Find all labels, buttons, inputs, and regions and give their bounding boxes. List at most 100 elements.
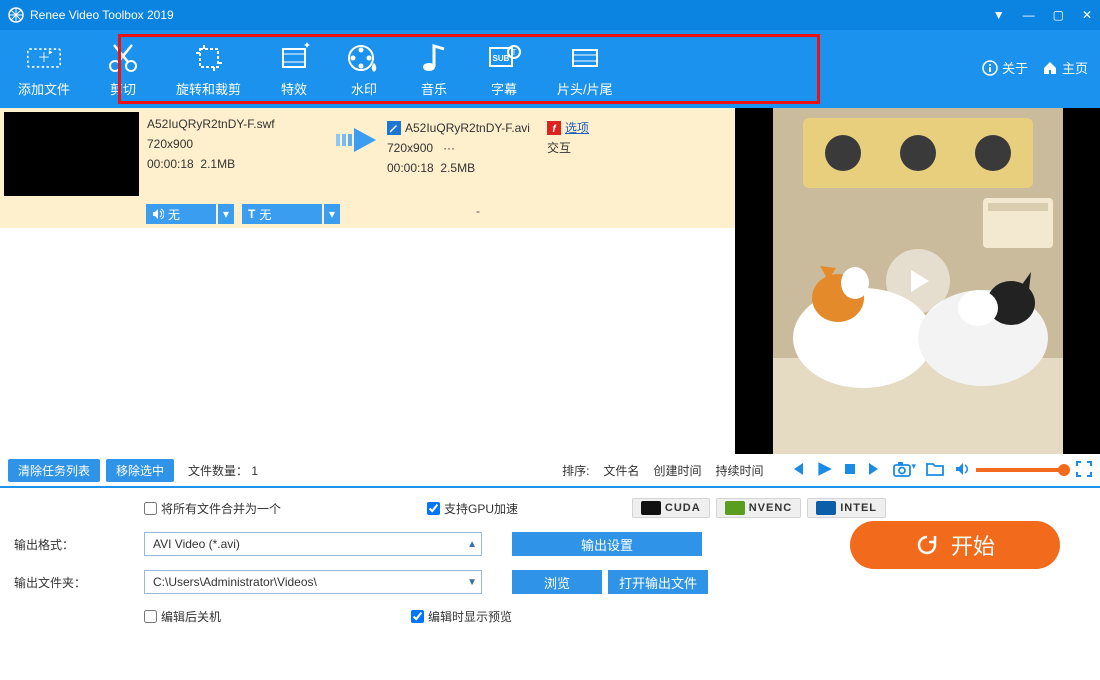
- nvidia-eye-icon: [725, 501, 745, 515]
- remove-selected-button[interactable]: 移除选中: [106, 459, 174, 482]
- toolbar: ＋ 添加文件 剪切 旋转和裁剪 特效 水印 音乐 SUBT 字幕: [0, 30, 1100, 108]
- intel-badge: INTEL: [807, 498, 886, 518]
- home-icon: [1042, 60, 1058, 76]
- chevron-up-icon: ▲: [467, 539, 477, 550]
- next-button[interactable]: [867, 461, 883, 480]
- gpu-checkbox[interactable]: 支持GPU加速: [427, 500, 518, 517]
- merge-label: 将所有文件合并为一个: [161, 500, 281, 517]
- chevron-down-icon[interactable]: ▾: [218, 204, 234, 224]
- audio-track-dropdown[interactable]: 无 ▾: [146, 204, 234, 224]
- sort-by-name[interactable]: 文件名: [603, 462, 639, 479]
- preview-frame[interactable]: [773, 108, 1063, 454]
- output-settings-button[interactable]: 输出设置: [512, 532, 702, 556]
- home-link[interactable]: 主页: [1042, 58, 1088, 77]
- output-folder-combo[interactable]: C:\Users\Administrator\Videos\ ▼: [144, 570, 482, 594]
- sort-by-ctime[interactable]: 创建时间: [653, 462, 701, 479]
- file-row[interactable]: A52IuQRyR2tnDY-F.swf 720x900 00:00:18 2.…: [0, 108, 735, 202]
- volume-icon[interactable]: [954, 461, 970, 480]
- merge-checkbox[interactable]: 将所有文件合并为一个: [144, 500, 281, 517]
- snapshot-button[interactable]: ▾: [893, 461, 916, 480]
- play-icon: [903, 266, 933, 296]
- stop-button[interactable]: [843, 462, 857, 479]
- subtitle-label: 字幕: [491, 79, 517, 98]
- intro-outro-label: 片头/片尾: [557, 79, 613, 98]
- source-duration: 00:00:18: [147, 157, 194, 171]
- file-list: A52IuQRyR2tnDY-F.swf 720x900 00:00:18 2.…: [0, 108, 735, 454]
- video-thumbnail[interactable]: [4, 112, 139, 196]
- intel-icon: [816, 501, 836, 515]
- output-more[interactable]: ···: [443, 141, 455, 155]
- output-format-label: 输出格式：: [14, 536, 134, 553]
- start-button[interactable]: 开始: [850, 521, 1060, 569]
- dash-placeholder: -: [398, 204, 558, 224]
- about-link[interactable]: 关于: [982, 58, 1028, 77]
- app-logo-icon: [8, 7, 24, 23]
- shutdown-checkbox[interactable]: 编辑后关机: [144, 608, 221, 625]
- film-sparkle-icon: [277, 41, 311, 75]
- add-file-button[interactable]: ＋ 添加文件: [0, 30, 88, 108]
- watermark-button[interactable]: 水印: [329, 30, 399, 108]
- close-button[interactable]: ✕: [1082, 8, 1092, 22]
- source-dimensions: 720x900: [147, 134, 327, 154]
- output-folder-label: 输出文件夹：: [14, 574, 134, 591]
- add-file-label: 添加文件: [18, 79, 70, 98]
- preview-label: 编辑时显示预览: [428, 608, 512, 625]
- subtitle-track-dropdown[interactable]: T无 ▾: [242, 204, 340, 224]
- home-label: 主页: [1062, 58, 1088, 77]
- source-filename: A52IuQRyR2tnDY-F.swf: [147, 114, 327, 134]
- interactive-label: 交互: [547, 138, 589, 158]
- rotate-crop-label: 旋转和裁剪: [176, 79, 241, 98]
- play-overlay-button[interactable]: [886, 249, 950, 313]
- edit-icon[interactable]: [387, 121, 401, 135]
- text-dd-value: 无: [259, 206, 271, 223]
- output-info: A52IuQRyR2tnDY-F.avi 720x900 ··· 00:00:1…: [387, 112, 547, 184]
- open-output-button[interactable]: 打开输出文件: [608, 570, 708, 594]
- minimize-button[interactable]: —: [1023, 8, 1035, 22]
- output-duration: 00:00:18: [387, 161, 434, 175]
- cut-button[interactable]: 剪切: [88, 30, 158, 108]
- open-folder-button[interactable]: [926, 461, 944, 480]
- audio-dd-value: 无: [168, 206, 180, 223]
- clear-list-button[interactable]: 清除任务列表: [8, 459, 100, 482]
- music-button[interactable]: 音乐: [399, 30, 469, 108]
- output-format-value: AVI Video (*.avi): [153, 537, 240, 551]
- nvidia-eye-icon: [641, 501, 661, 515]
- rotate-crop-button[interactable]: 旋转和裁剪: [158, 30, 259, 108]
- cut-label: 剪切: [110, 79, 136, 98]
- preview-panel: [735, 108, 1100, 454]
- volume-slider[interactable]: [976, 468, 1066, 472]
- window-title: Renee Video Toolbox 2019: [30, 8, 993, 22]
- output-format-combo[interactable]: AVI Video (*.avi) ▲: [144, 532, 482, 556]
- player-controls: ▾: [789, 460, 1092, 481]
- preview-checkbox[interactable]: 编辑时显示预览: [411, 608, 512, 625]
- subtitle-icon: SUBT: [487, 41, 521, 75]
- reel-drop-icon: [347, 41, 381, 75]
- start-label: 开始: [951, 529, 995, 561]
- sort-by-duration[interactable]: 持续时间: [715, 462, 763, 479]
- info-icon: [982, 60, 998, 76]
- scissors-icon: [106, 41, 140, 75]
- prev-button[interactable]: [789, 461, 805, 480]
- svg-text:＋: ＋: [38, 50, 51, 65]
- browse-button[interactable]: 浏览: [512, 570, 602, 594]
- convert-arrow-icon: [327, 108, 387, 154]
- play-button[interactable]: [815, 460, 833, 481]
- add-file-icon: ＋: [27, 41, 61, 75]
- fullscreen-button[interactable]: [1076, 461, 1092, 480]
- flash-icon: f: [547, 121, 561, 135]
- output-filename: A52IuQRyR2tnDY-F.avi: [405, 118, 530, 138]
- svg-text:SUB: SUB: [493, 54, 510, 63]
- slides-icon: [568, 41, 602, 75]
- options-link[interactable]: 选项: [565, 118, 589, 138]
- effects-button[interactable]: 特效: [259, 30, 329, 108]
- chevron-down-icon[interactable]: ▾: [324, 204, 340, 224]
- intro-outro-button[interactable]: 片头/片尾: [539, 30, 631, 108]
- dropdown-icon[interactable]: ▼: [993, 8, 1005, 22]
- speaker-icon: [152, 208, 164, 220]
- titlebar: Renee Video Toolbox 2019 ▼ — ▢ ✕: [0, 0, 1100, 30]
- output-folder-value: C:\Users\Administrator\Videos\: [153, 575, 317, 589]
- svg-text:T: T: [512, 48, 517, 57]
- music-note-icon: [417, 41, 451, 75]
- subtitle-button[interactable]: SUBT 字幕: [469, 30, 539, 108]
- maximize-button[interactable]: ▢: [1053, 8, 1064, 22]
